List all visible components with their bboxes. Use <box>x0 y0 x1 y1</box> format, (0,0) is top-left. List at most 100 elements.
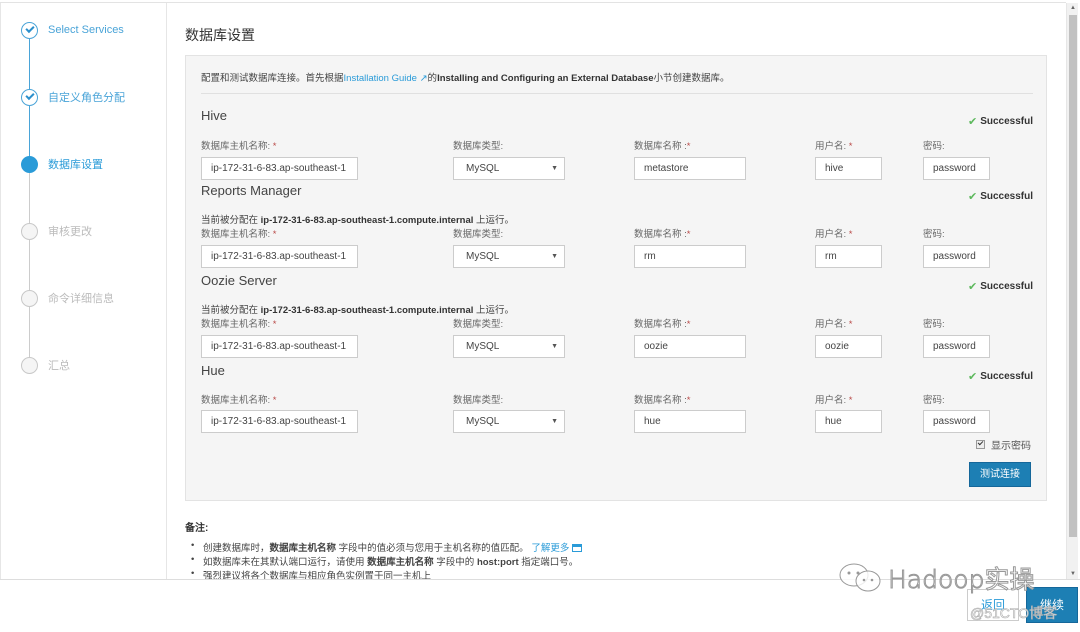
password-label: 密码: <box>923 395 945 406</box>
type-label: 数据库类型: <box>453 395 504 406</box>
password-input[interactable]: password <box>923 410 990 433</box>
wizard-sidebar: Select Services 自定义角色分配 数据库设置 审核更改 命令详细信… <box>0 3 167 579</box>
intro-text: 配置和测试数据库连接。首先根据Installation Guide ↗的Inst… <box>201 73 730 84</box>
dbname-input[interactable]: rm <box>634 245 746 268</box>
empty-circle-icon <box>21 222 38 240</box>
host-label: 数据库主机名称: * <box>201 229 277 240</box>
learn-more-link[interactable]: 了解更多 <box>531 543 583 554</box>
installation-guide-link[interactable]: Installation Guide ↗ <box>344 73 428 84</box>
empty-circle-icon <box>21 289 38 307</box>
dbname-input[interactable]: metastore <box>634 157 746 180</box>
db-type-select[interactable]: MySQL ▼ <box>453 410 565 433</box>
external-link-icon: ↗ <box>419 73 428 84</box>
dropdown-arrow-icon: ▼ <box>551 343 558 350</box>
host-input[interactable]: ip-172-31-6-83.ap-southeast-1 <box>201 157 358 180</box>
host-input[interactable]: ip-172-31-6-83.ap-southeast-1 <box>201 410 358 433</box>
username-input[interactable]: oozie <box>815 335 882 358</box>
status-successful: ✔ Successful <box>967 281 1033 293</box>
step-review-changes: 审核更改 <box>21 221 92 241</box>
service-hue: Hue ✔ Successful 数据库主机名称: * 数据库类型: 数据库名称 … <box>201 363 1033 443</box>
assigned-host-text: 当前被分配在 ip-172-31-6-83.ap-southeast-1.com… <box>201 215 515 226</box>
scroll-down-arrow-icon[interactable]: ▼ <box>1067 569 1079 579</box>
host-input[interactable]: ip-172-31-6-83.ap-southeast-1 <box>201 335 358 358</box>
database-settings-panel: 配置和测试数据库连接。首先根据Installation Guide ↗的Inst… <box>185 55 1047 501</box>
step-command-details: 命令详细信息 <box>21 288 114 308</box>
watermark-subtext: @51CTO博客 <box>970 605 1058 622</box>
dbname-input[interactable]: hue <box>634 410 746 433</box>
empty-circle-icon <box>21 356 38 374</box>
checkmark-icon: ✔ <box>967 371 978 383</box>
service-reports-manager: Reports Manager ✔ Successful 当前被分配在 ip-17… <box>201 183 1033 273</box>
dropdown-arrow-icon: ▼ <box>551 165 558 172</box>
password-input[interactable]: password <box>923 245 990 268</box>
scrollbar-thumb[interactable] <box>1069 15 1077 537</box>
host-label: 数据库主机名称: * <box>201 319 277 330</box>
username-input[interactable]: hue <box>815 410 882 433</box>
service-hive: Hive ✔ Successful 数据库主机名称: * 数据库类型: 数据库名称… <box>201 108 1033 188</box>
dropdown-arrow-icon: ▼ <box>551 418 558 425</box>
step-label: 汇总 <box>48 360 70 372</box>
checkmark-icon: ✔ <box>967 281 978 293</box>
step-label: 数据库设置 <box>48 159 103 171</box>
note-item: 如数据库未在其默认端口运行，请使用 数据库主机名称 字段中的 host:port… <box>191 554 582 568</box>
wechat-logo-icon <box>839 563 881 592</box>
type-label: 数据库类型: <box>453 141 504 152</box>
step-database-setup: 数据库设置 <box>21 154 103 174</box>
step-custom-role-assignment[interactable]: 自定义角色分配 <box>21 87 125 107</box>
service-name: Hive <box>201 108 228 123</box>
service-name: Reports Manager <box>201 183 302 198</box>
page-title: 数据库设置 <box>185 27 255 43</box>
checkbox-checked-icon[interactable] <box>976 440 985 449</box>
username-input[interactable]: rm <box>815 245 882 268</box>
password-input[interactable]: password <box>923 157 990 180</box>
password-label: 密码: <box>923 319 945 330</box>
password-input[interactable]: password <box>923 335 990 358</box>
username-input[interactable]: hive <box>815 157 882 180</box>
assigned-host-text: 当前被分配在 ip-172-31-6-83.ap-southeast-1.com… <box>201 305 515 316</box>
checkmark-icon: ✔ <box>967 191 978 203</box>
service-name: Oozie Server <box>201 273 277 288</box>
dbname-label: 数据库名称 :* <box>634 395 691 406</box>
show-password-checkbox[interactable]: 显示密码 <box>976 437 1031 452</box>
db-type-select[interactable]: MySQL ▼ <box>453 245 565 268</box>
active-circle-icon <box>21 155 38 173</box>
host-label: 数据库主机名称: * <box>201 141 277 152</box>
step-label: 自定义角色分配 <box>48 92 125 104</box>
main-content: 数据库设置 配置和测试数据库连接。首先根据Installation Guide … <box>168 3 1066 579</box>
note-item: 强烈建议将各个数据库与相应角色实例置于同一主机上 <box>191 568 582 579</box>
password-label: 密码: <box>923 229 945 240</box>
notes-list: 创建数据库时，数据库主机名称 字段中的值必须与您用于主机名称的值匹配。 了解更多… <box>191 540 583 579</box>
note-item: 创建数据库时，数据库主机名称 字段中的值必须与您用于主机名称的值匹配。 了解更多 <box>191 540 583 554</box>
status-successful: ✔ Successful <box>967 371 1033 383</box>
step-label: 命令详细信息 <box>48 293 114 305</box>
db-type-select[interactable]: MySQL ▼ <box>453 335 565 358</box>
watermark-text: Hadoop实操 <box>887 565 1035 595</box>
dropdown-arrow-icon: ▼ <box>551 253 558 260</box>
notes-title: 备注: <box>185 523 209 534</box>
step-select-services[interactable]: Select Services <box>21 20 124 40</box>
status-successful: ✔ Successful <box>967 191 1033 203</box>
db-type-select[interactable]: MySQL ▼ <box>453 157 565 180</box>
external-window-icon <box>572 544 583 552</box>
vertical-scrollbar[interactable]: ▲ ▼ <box>1066 3 1078 579</box>
service-oozie-server: Oozie Server ✔ Successful 当前被分配在 ip-172-3… <box>201 273 1033 363</box>
checkmark-icon: ✔ <box>967 116 978 128</box>
dbname-label: 数据库名称 :* <box>634 141 691 152</box>
dbname-input[interactable]: oozie <box>634 335 746 358</box>
user-label: 用户名: * <box>815 141 853 152</box>
dbname-label: 数据库名称 :* <box>634 229 691 240</box>
step-label: 审核更改 <box>48 226 92 238</box>
host-input[interactable]: ip-172-31-6-83.ap-southeast-1 <box>201 245 358 268</box>
password-label: 密码: <box>923 141 945 152</box>
host-label: 数据库主机名称: * <box>201 395 277 406</box>
status-successful: ✔ Successful <box>967 116 1033 128</box>
user-label: 用户名: * <box>815 229 853 240</box>
step-label: Select Services <box>48 24 124 36</box>
type-label: 数据库类型: <box>453 319 504 330</box>
divider <box>201 93 1033 94</box>
service-name: Hue <box>201 363 225 378</box>
type-label: 数据库类型: <box>453 229 504 240</box>
test-connection-button[interactable]: 测试连接 <box>969 462 1031 487</box>
scroll-up-arrow-icon[interactable]: ▲ <box>1067 3 1079 13</box>
step-summary: 汇总 <box>21 355 70 375</box>
